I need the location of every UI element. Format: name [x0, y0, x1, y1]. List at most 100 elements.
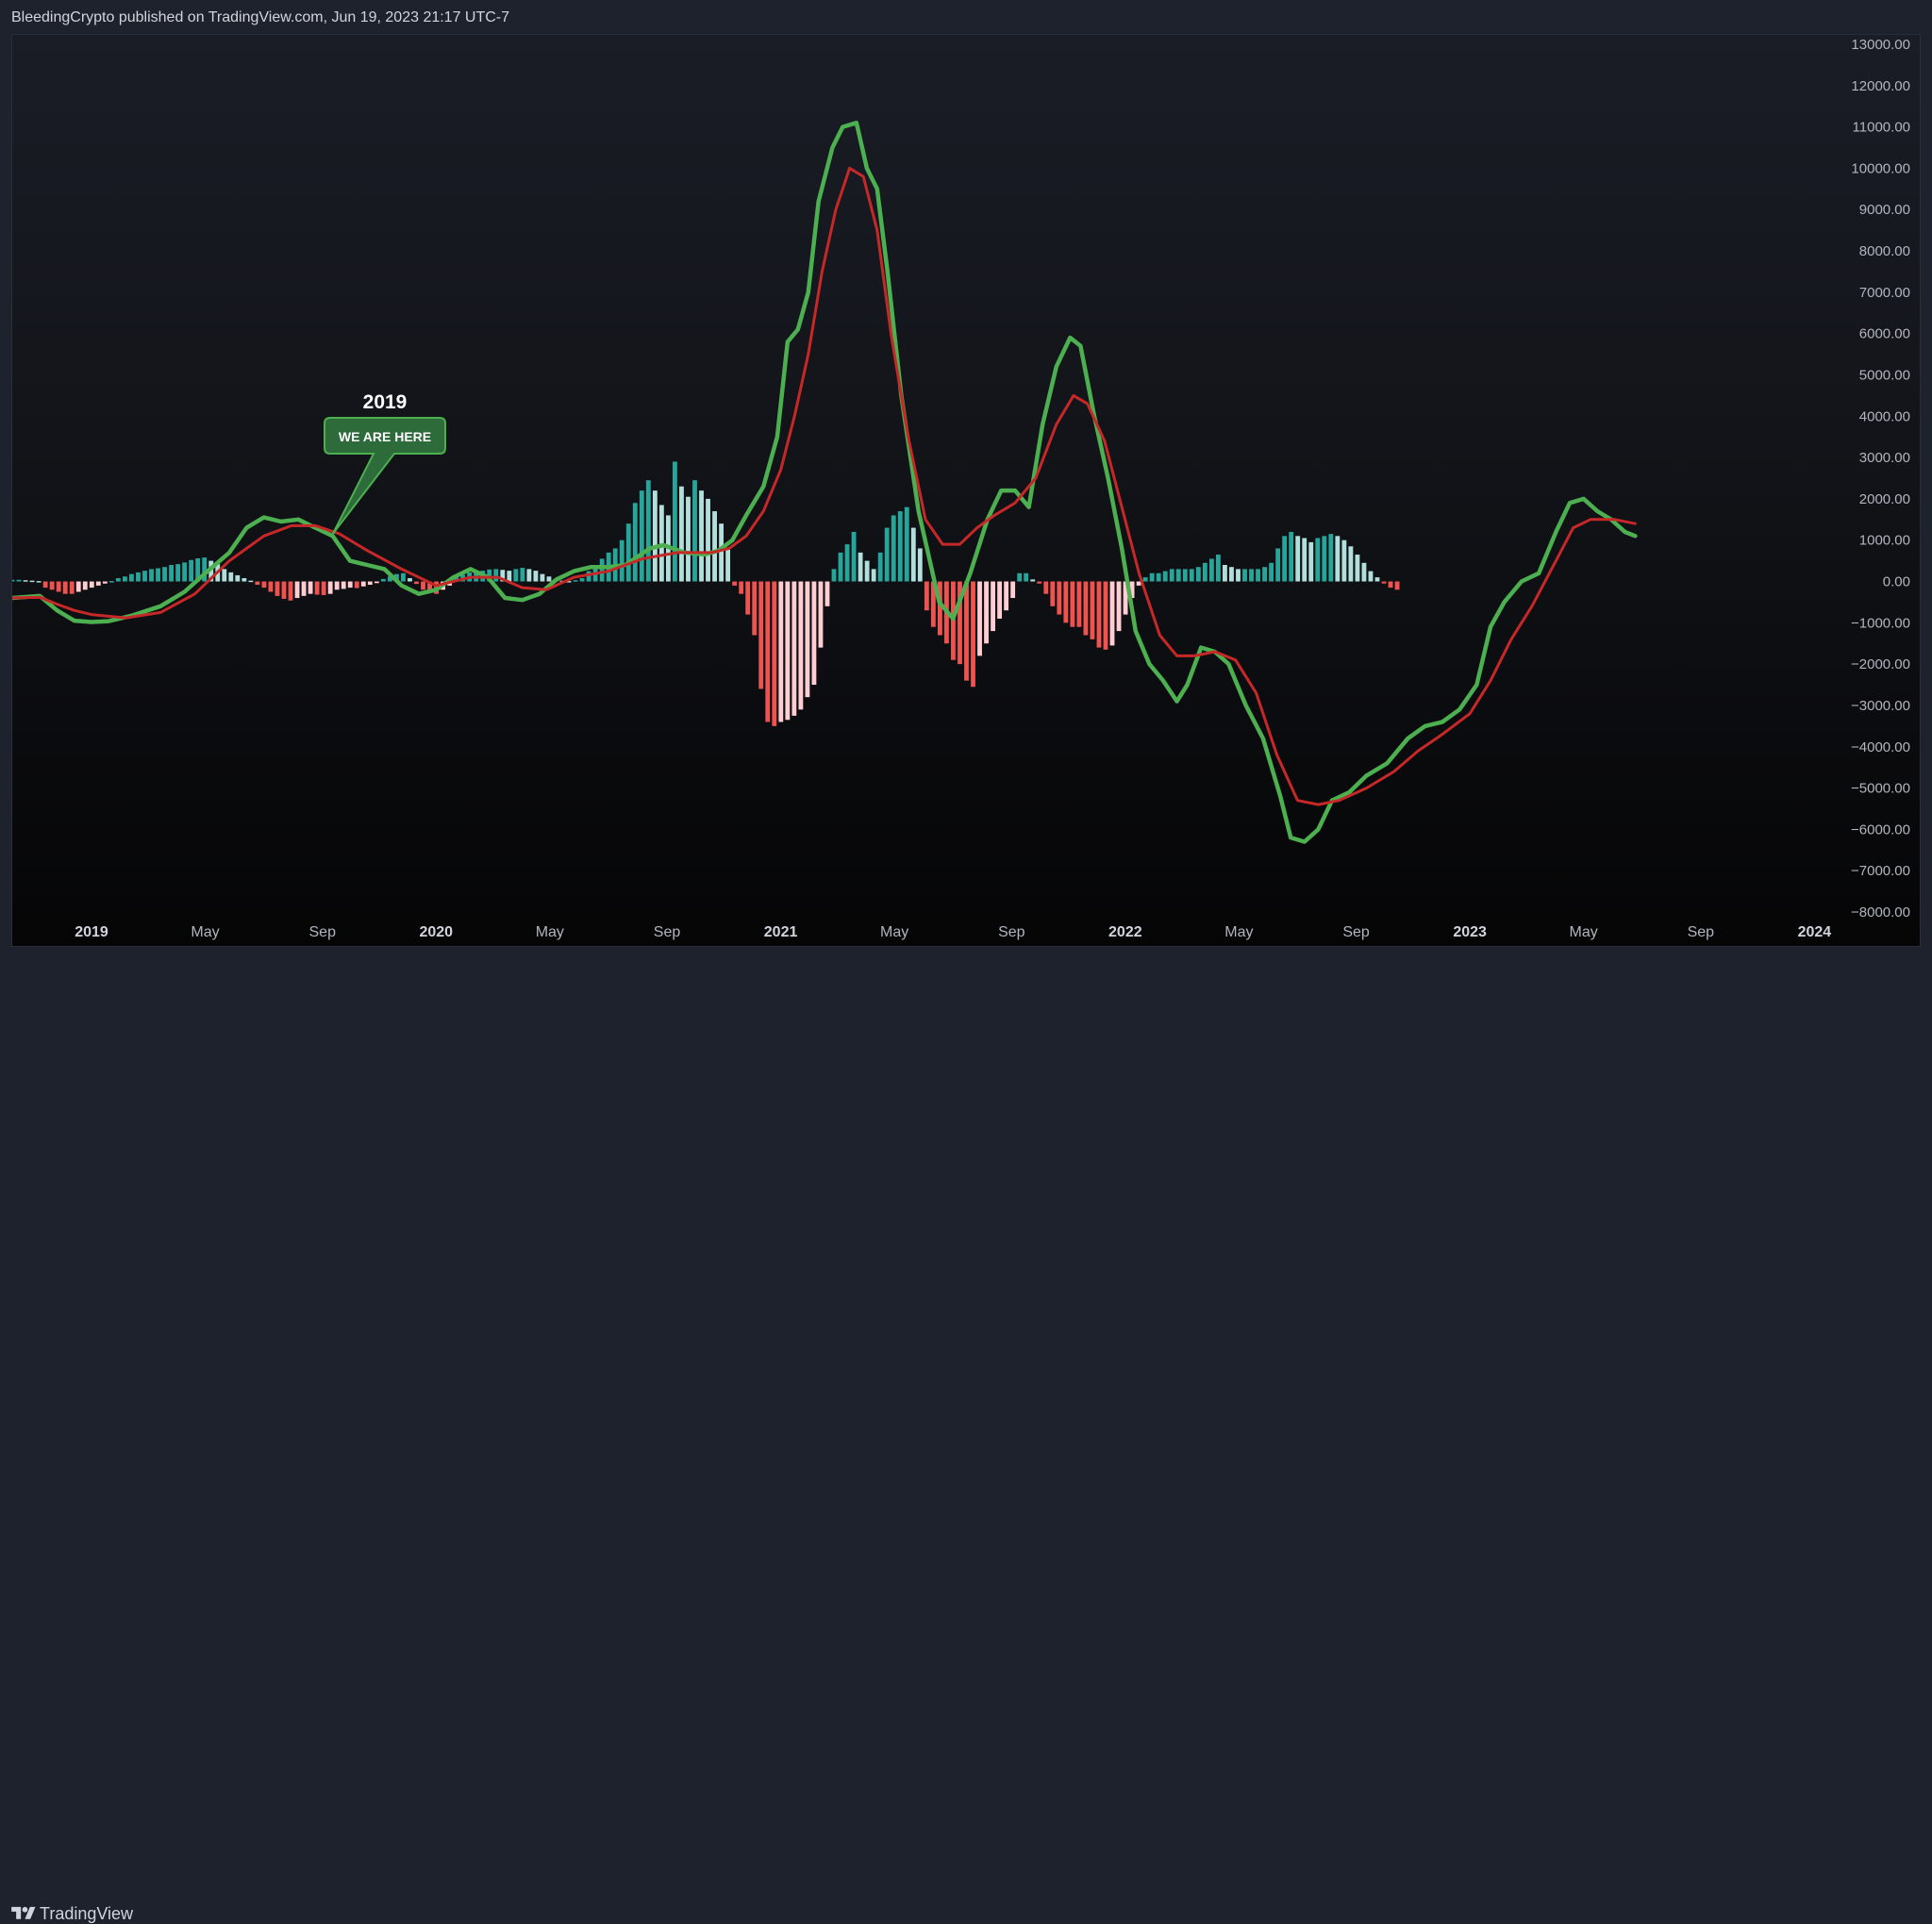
histogram-bar — [533, 571, 539, 582]
histogram-bar — [1335, 536, 1341, 582]
histogram-bar — [871, 569, 876, 582]
histogram-bar — [175, 564, 181, 582]
histogram-bar — [778, 581, 784, 722]
histogram-bar — [526, 569, 532, 582]
x-tick-label: 2022 — [1108, 924, 1142, 940]
histogram-bar — [108, 581, 114, 583]
y-tick-label: −4000.00 — [1851, 739, 1910, 755]
histogram-bar — [162, 567, 167, 582]
y-tick-label: 3000.00 — [1859, 450, 1910, 466]
histogram-bar — [864, 560, 870, 582]
annotation-title: 2019 — [363, 391, 408, 413]
histogram-bar — [142, 571, 147, 582]
histogram-bar — [844, 544, 850, 582]
histogram-bar — [1202, 562, 1208, 582]
histogram-bar — [1308, 541, 1314, 582]
y-tick-label: 13000.00 — [1851, 37, 1910, 53]
histogram-bar — [739, 581, 744, 594]
histogram-bar — [1024, 572, 1029, 582]
histogram-bar — [102, 581, 108, 584]
histogram-bar — [1361, 562, 1367, 582]
y-tick-label: 0.00 — [1883, 574, 1910, 590]
histogram-bar — [1043, 581, 1049, 594]
histogram-bar — [401, 572, 406, 582]
histogram-bar — [977, 581, 982, 656]
histogram-bar — [23, 580, 28, 582]
histogram-bar — [699, 490, 704, 582]
histogram-bar — [1149, 572, 1155, 582]
histogram-bar — [1208, 558, 1214, 582]
y-tick-label: 7000.00 — [1859, 285, 1910, 301]
histogram-bar — [1109, 581, 1115, 646]
histogram-bar — [679, 486, 684, 582]
histogram-bar — [414, 581, 419, 585]
histogram-bar — [222, 569, 227, 582]
x-tick-label: May — [1224, 924, 1253, 940]
histogram-bar — [924, 581, 929, 611]
y-tick-label: 6000.00 — [1859, 326, 1910, 342]
histogram-bar — [858, 552, 863, 582]
histogram-bar — [1322, 536, 1327, 582]
histogram-bar — [281, 581, 287, 599]
y-tick-label: −2000.00 — [1851, 656, 1910, 672]
tradingview-logo-icon[interactable] — [11, 1904, 36, 1923]
publish-info: BleedingCrypto published on TradingView.… — [11, 9, 510, 25]
histogram-bar — [891, 515, 896, 582]
histogram-bar — [248, 580, 254, 583]
histogram-bar — [732, 581, 738, 586]
histogram-bar — [997, 581, 1003, 619]
histogram-bar — [785, 581, 791, 721]
tradingview-brand[interactable]: TradingView — [40, 1904, 133, 1924]
histogram-bar — [758, 581, 764, 689]
histogram-bar — [1381, 581, 1387, 584]
y-tick-label: −5000.00 — [1851, 781, 1910, 797]
histogram-bar — [182, 562, 188, 582]
histogram-bar — [1275, 548, 1281, 582]
histogram-bar — [1017, 572, 1023, 582]
histogram-bar — [540, 573, 545, 582]
histogram-bar — [1142, 577, 1148, 582]
macd-chart[interactable]: 13000.00 12000.00 11000.00 10000.00 9000.00 8… — [12, 35, 1921, 947]
histogram-bar — [619, 539, 625, 582]
x-tick-label: May — [880, 924, 908, 940]
x-tick-label: May — [1570, 924, 1598, 940]
x-tick-label: 2023 — [1453, 924, 1487, 940]
histogram-bar — [1282, 536, 1288, 582]
histogram-bar — [1010, 581, 1016, 599]
histogram-bar — [1050, 581, 1056, 606]
histogram-bar — [686, 496, 691, 582]
histogram-bar — [579, 578, 585, 582]
histogram-bar — [493, 569, 499, 582]
histogram-bar — [49, 581, 55, 590]
histogram-bar — [235, 574, 241, 582]
histogram-bar — [991, 581, 995, 632]
histogram-bar — [1289, 531, 1294, 582]
histogram-bar — [1368, 571, 1374, 582]
x-tick-label: Sep — [1342, 924, 1370, 940]
histogram-bar — [1103, 581, 1108, 650]
histogram-bar — [1269, 562, 1274, 582]
histogram-bar — [1229, 567, 1234, 582]
histogram-bar — [136, 572, 141, 582]
histogram-bar — [149, 569, 154, 582]
y-tick-label: 9000.00 — [1859, 202, 1910, 218]
histogram-bar — [156, 568, 160, 582]
histogram-bar — [129, 573, 134, 582]
y-tick-label: 10000.00 — [1851, 160, 1910, 176]
histogram-bar — [255, 581, 260, 586]
histogram-bar — [1215, 555, 1221, 582]
y-tick-label: 12000.00 — [1851, 78, 1910, 94]
histogram-bar — [719, 523, 724, 582]
y-tick-label: −1000.00 — [1851, 615, 1910, 631]
histogram-bar — [639, 490, 644, 582]
histogram-bar — [82, 581, 88, 590]
histogram-bar — [645, 480, 651, 582]
histogram-bar — [374, 581, 379, 584]
histogram-bar — [984, 581, 989, 644]
histogram-bar — [1315, 538, 1321, 582]
histogram-bar — [1242, 569, 1247, 582]
histogram-bar — [1388, 581, 1393, 589]
chart-pane[interactable]: 13000.00 12000.00 11000.00 10000.00 9000.00 8… — [11, 34, 1921, 947]
histogram-bar — [1083, 581, 1089, 636]
histogram-bar — [546, 576, 552, 582]
